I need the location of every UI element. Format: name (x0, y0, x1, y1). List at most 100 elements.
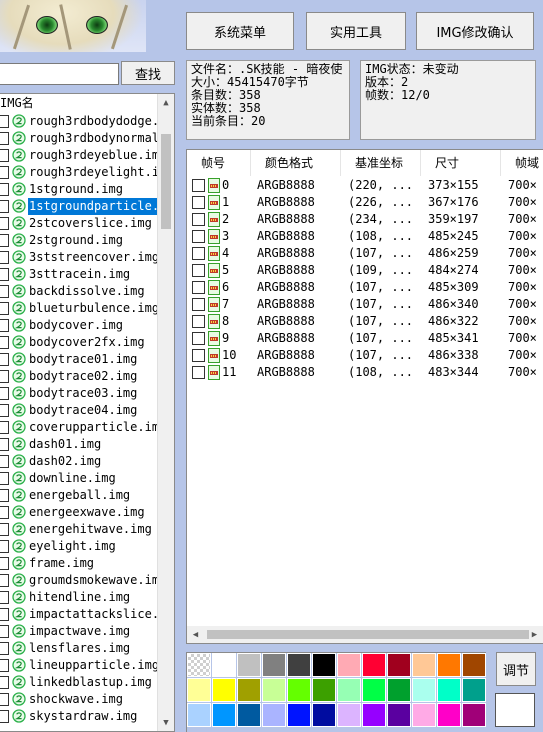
column-header-coord[interactable]: 基准坐标 (341, 150, 421, 176)
palette-swatch[interactable] (412, 703, 436, 727)
img-item-checkbox[interactable] (0, 659, 9, 672)
img-list-item[interactable]: rough3rdeyeblue.img (0, 147, 158, 164)
img-item-checkbox[interactable] (0, 353, 9, 366)
palette-swatch[interactable] (387, 678, 411, 702)
img-list-item[interactable]: blueturbulence.img (0, 300, 158, 317)
palette-swatch[interactable] (187, 653, 211, 677)
img-item-checkbox[interactable] (0, 285, 9, 298)
utilities-button[interactable]: 实用工具 (306, 12, 406, 50)
img-item-checkbox[interactable] (0, 455, 9, 468)
palette-swatch[interactable] (337, 678, 361, 702)
frame-row[interactable]: 11 ARGB8888 (108, ... 483×344 700× (187, 364, 543, 381)
palette-swatch[interactable] (237, 678, 261, 702)
img-list-header[interactable]: IMG名 (0, 94, 174, 113)
img-list-item[interactable]: 2stcoverslice.img (0, 215, 158, 232)
img-item-checkbox[interactable] (0, 217, 9, 230)
img-item-checkbox[interactable] (0, 506, 9, 519)
palette-swatch[interactable] (437, 653, 461, 677)
palette-swatch[interactable] (287, 703, 311, 727)
frame-checkbox[interactable] (192, 179, 205, 192)
img-item-checkbox[interactable] (0, 234, 9, 247)
img-item-checkbox[interactable] (0, 608, 9, 621)
img-list[interactable]: IMG名 rough3rdbodydodge. rough3rdbodynorma… (0, 93, 175, 732)
img-item-checkbox[interactable] (0, 693, 9, 706)
img-list-item[interactable]: downline.img (0, 470, 158, 487)
img-item-checkbox[interactable] (0, 132, 9, 145)
palette-swatch[interactable] (287, 678, 311, 702)
scroll-right-icon[interactable]: ▶ (526, 626, 543, 643)
img-item-checkbox[interactable] (0, 676, 9, 689)
frame-row[interactable]: 5 ARGB8888 (109, ... 484×274 700× (187, 262, 543, 279)
color-palette[interactable] (186, 652, 486, 732)
img-list-item[interactable]: hitendline.img (0, 589, 158, 606)
frame-checkbox[interactable] (192, 332, 205, 345)
img-list-item[interactable]: impactwave.img (0, 623, 158, 640)
img-list-item[interactable]: dash02.img (0, 453, 158, 470)
palette-swatch[interactable] (212, 678, 236, 702)
img-item-checkbox[interactable] (0, 319, 9, 332)
search-button[interactable]: 查找 (121, 61, 175, 85)
img-confirm-button[interactable]: IMG修改确认 (416, 12, 534, 50)
frame-checkbox[interactable] (192, 366, 205, 379)
img-list-item[interactable]: energehitwave.img (0, 521, 158, 538)
scroll-down-icon[interactable]: ▼ (158, 714, 174, 731)
img-item-checkbox[interactable] (0, 387, 9, 400)
img-item-checkbox[interactable] (0, 472, 9, 485)
img-list-item[interactable]: energeexwave.img (0, 504, 158, 521)
scroll-left-icon[interactable]: ◀ (187, 626, 204, 643)
palette-swatch[interactable] (412, 653, 436, 677)
palette-swatch[interactable] (262, 678, 286, 702)
palette-swatch[interactable] (462, 678, 486, 702)
img-list-item[interactable]: impactattackslice. (0, 606, 158, 623)
palette-swatch[interactable] (387, 703, 411, 727)
palette-swatch[interactable] (212, 653, 236, 677)
palette-swatch[interactable] (362, 678, 386, 702)
img-list-item[interactable]: bodytrace04.img (0, 402, 158, 419)
frames-hscrollbar[interactable]: ◀ ▶ (187, 626, 543, 643)
palette-swatch[interactable] (312, 678, 336, 702)
palette-swatch[interactable] (412, 678, 436, 702)
img-list-item[interactable]: bodycover2fx.img (0, 334, 158, 351)
img-list-item[interactable]: bodytrace01.img (0, 351, 158, 368)
frame-checkbox[interactable] (192, 281, 205, 294)
frame-row[interactable]: 4 ARGB8888 (107, ... 486×259 700× (187, 245, 543, 262)
img-item-checkbox[interactable] (0, 523, 9, 536)
img-list-item[interactable]: 1stgroundparticle. (0, 198, 158, 215)
column-header-size[interactable]: 尺寸 (421, 150, 501, 176)
frame-checkbox[interactable] (192, 298, 205, 311)
img-item-checkbox[interactable] (0, 336, 9, 349)
palette-swatch[interactable] (462, 653, 486, 677)
palette-swatch[interactable] (337, 653, 361, 677)
frame-row[interactable]: 8 ARGB8888 (107, ... 486×322 700× (187, 313, 543, 330)
scrollbar-thumb[interactable] (161, 134, 171, 229)
frame-checkbox[interactable] (192, 264, 205, 277)
img-item-checkbox[interactable] (0, 625, 9, 638)
column-header-domain[interactable]: 帧域 (501, 150, 543, 176)
img-list-item[interactable]: rough3rdbodynormal. (0, 130, 158, 147)
img-item-checkbox[interactable] (0, 200, 9, 213)
img-list-item[interactable]: shockwave.img (0, 691, 158, 708)
current-color-preview[interactable] (495, 693, 535, 727)
frame-checkbox[interactable] (192, 247, 205, 260)
palette-swatch[interactable] (337, 703, 361, 727)
palette-swatch[interactable] (262, 703, 286, 727)
img-list-item[interactable]: dash01.img (0, 436, 158, 453)
img-item-checkbox[interactable] (0, 591, 9, 604)
img-list-item[interactable]: frame.img (0, 555, 158, 572)
img-item-checkbox[interactable] (0, 574, 9, 587)
frame-checkbox[interactable] (192, 213, 205, 226)
frame-row[interactable]: 2 ARGB8888 (234, ... 359×197 700× (187, 211, 543, 228)
img-list-item[interactable]: coverupparticle.img (0, 419, 158, 436)
img-list-item[interactable]: lineupparticle.img (0, 657, 158, 674)
img-item-checkbox[interactable] (0, 166, 9, 179)
img-list-item[interactable]: skystardraw.img (0, 708, 158, 725)
img-list-item[interactable]: backdissolve.img (0, 283, 158, 300)
img-item-checkbox[interactable] (0, 268, 9, 281)
palette-swatch[interactable] (212, 703, 236, 727)
img-item-checkbox[interactable] (0, 183, 9, 196)
img-list-item[interactable]: groumdsmokewave.img (0, 572, 158, 589)
frame-checkbox[interactable] (192, 349, 205, 362)
img-item-checkbox[interactable] (0, 540, 9, 553)
img-item-checkbox[interactable] (0, 642, 9, 655)
img-item-checkbox[interactable] (0, 149, 9, 162)
